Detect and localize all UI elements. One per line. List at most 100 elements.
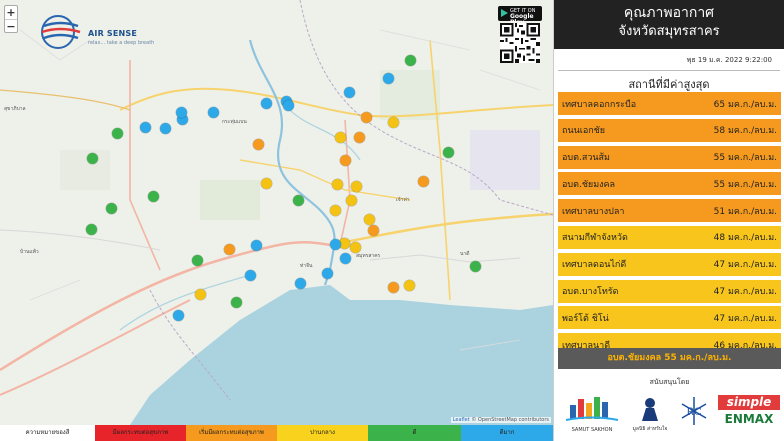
samut-sakhon-logo-icon: [565, 397, 619, 421]
sponsor-caption: SAMUT SAKHON: [571, 427, 613, 433]
station-marker-green-icon[interactable]: [85, 223, 97, 235]
station-value: 55 มค.ก./ลบ.ม.: [713, 179, 777, 190]
station-marker-green-icon[interactable]: [404, 54, 416, 66]
station-marker-yellow-icon[interactable]: [350, 180, 362, 192]
panel-subtitle: สถานีที่มีค่าสูงสุด: [628, 78, 710, 91]
station-marker-blue-icon[interactable]: [172, 309, 184, 321]
svg-text:RC: RC: [686, 407, 702, 418]
station-ranking-list: เทศบาลคอกกระบือ 65 มค.ก./ลบ.ม. ถนนเอกชัย 58…: [558, 92, 781, 360]
station-value: 65 มค.ก./ลบ.ม.: [713, 99, 777, 110]
station-marker-blue-icon[interactable]: [282, 99, 294, 111]
zoom-in-button[interactable]: +: [5, 6, 17, 19]
station-marker-yellow-icon[interactable]: [331, 178, 343, 190]
sponsor-title: สนับสนุนโดย: [649, 378, 690, 386]
station-marker-orange-icon[interactable]: [339, 154, 351, 166]
station-row[interactable]: พอร์โต้ ชิโน่ 47 มค.ก./ลบ.ม.: [558, 306, 781, 330]
zoom-out-button[interactable]: −: [5, 19, 17, 33]
station-marker-yellow-icon[interactable]: [349, 241, 361, 253]
panel-header: คุณภาพอากาศ จังหวัดสมุทรสาคร: [554, 0, 784, 49]
sponsor-logos: SAMUT SAKHON มูลนิธิ ส่าหรับใจ RC simple…: [558, 393, 781, 437]
place-label: เจ้าท่า: [396, 197, 410, 203]
air-quality-map[interactable]: + − AIR SENSE relax... take a deep breat…: [0, 0, 553, 425]
station-marker-orange-icon[interactable]: [223, 243, 235, 255]
station-marker-blue-icon[interactable]: [343, 86, 355, 98]
sponsor-samut-sakhon: SAMUT SAKHON: [564, 393, 620, 437]
station-value: 55 มค.ก./ลบ.ม.: [713, 153, 777, 164]
brand-name: AIR SENSE: [88, 29, 138, 38]
station-name: เทศบาลดอนไก่ดี: [562, 260, 627, 271]
zoom-control: + −: [4, 5, 18, 33]
brand-tagline: relax... take a deep breath: [88, 40, 155, 46]
station-marker-yellow-icon[interactable]: [387, 116, 399, 128]
legend-item-unhealthy: มีผลกระทบต่อสุขภาพ: [95, 425, 186, 441]
station-marker-blue-icon[interactable]: [329, 238, 341, 250]
station-marker-blue-icon[interactable]: [321, 267, 333, 279]
station-marker-blue-icon[interactable]: [207, 106, 219, 118]
station-marker-yellow-icon[interactable]: [329, 204, 341, 216]
station-marker-green-icon[interactable]: [442, 146, 454, 158]
station-marker-blue-icon[interactable]: [382, 72, 394, 84]
air-sense-logo: AIR SENSE relax... take a deep breath: [38, 12, 158, 52]
place-label: ท่าจีน: [300, 263, 313, 269]
station-row[interactable]: อบต.บางโทรัด 47 มค.ก./ลบ.ม.: [558, 279, 781, 303]
station-marker-orange-icon[interactable]: [252, 138, 264, 150]
map-base-layer: [0, 0, 553, 425]
station-marker-blue-icon[interactable]: [250, 239, 262, 251]
sponsor-rc: RC: [676, 393, 712, 437]
station-marker-blue-icon[interactable]: [244, 269, 256, 281]
station-marker-yellow-icon[interactable]: [334, 131, 346, 143]
legend-label: ความหมายของสี: [0, 425, 95, 441]
qr-code-icon[interactable]: [500, 23, 540, 63]
station-marker-green-icon[interactable]: [111, 127, 123, 139]
station-marker-green-icon[interactable]: [105, 202, 117, 214]
leaflet-link[interactable]: Leaflet: [453, 417, 470, 423]
legend-item-good: ดี: [368, 425, 461, 441]
place-label: สุขาภิบาล: [4, 106, 26, 112]
station-marker-yellow-icon[interactable]: [345, 194, 357, 206]
station-marker-blue-icon[interactable]: [175, 106, 187, 118]
station-row[interactable]: ถนนเอกชัย 58 มค.ก./ลบ.ม.: [558, 118, 781, 142]
station-row[interactable]: อบต.ชัยมงคล 55 มค.ก./ลบ.ม.: [558, 172, 781, 196]
station-marker-green-icon[interactable]: [147, 190, 159, 202]
station-marker-green-icon[interactable]: [191, 254, 203, 266]
station-marker-blue-icon[interactable]: [294, 277, 306, 289]
station-value: 47 มค.ก./ลบ.ม.: [713, 313, 777, 324]
foundation-logo-icon: [642, 398, 658, 421]
station-marker-orange-icon[interactable]: [367, 224, 379, 236]
station-value: 47 มค.ก./ลบ.ม.: [713, 260, 777, 271]
osm-attribution: © OpenStreetMap contributors: [471, 417, 549, 423]
play-store-icon: [501, 9, 508, 17]
station-name: เทศบาลบางปลา: [562, 206, 625, 217]
station-marker-orange-icon[interactable]: [360, 111, 372, 123]
station-marker-yellow-icon[interactable]: [363, 213, 375, 225]
station-marker-blue-icon[interactable]: [260, 97, 272, 109]
station-marker-orange-icon[interactable]: [353, 131, 365, 143]
legend-item-sensitive: เริ่มมีผลกระทบต่อสุขภาพ: [186, 425, 277, 441]
station-row[interactable]: สนามกีฬาจังหวัด 48 มค.ก./ลบ.ม.: [558, 225, 781, 249]
station-marker-blue-icon[interactable]: [139, 121, 151, 133]
station-value: 48 มค.ก./ลบ.ม.: [713, 233, 777, 244]
sponsor-caption: มูลนิธิ ส่าหรับใจ: [632, 426, 668, 432]
update-timestamp: พุธ 19 ม.ค. 2022 9:22:00: [686, 56, 772, 64]
station-name: พอร์โต้ ชิโน่: [562, 313, 609, 324]
station-marker-yellow-icon[interactable]: [260, 177, 272, 189]
station-name: อบต.บางโทรัด: [562, 287, 619, 298]
google-play-badge[interactable]: GET IT ON Google Play: [498, 6, 542, 26]
station-marker-green-icon[interactable]: [292, 194, 304, 206]
station-marker-orange-icon[interactable]: [417, 175, 429, 187]
place-label: นาดี: [460, 251, 470, 257]
station-marker-blue-icon[interactable]: [159, 122, 171, 134]
station-marker-green-icon[interactable]: [86, 152, 98, 164]
station-row[interactable]: อบต.สวนส้ม 55 มค.ก./ลบ.ม.: [558, 145, 781, 169]
station-marker-orange-icon[interactable]: [387, 281, 399, 293]
station-name: อบต.ชัยมงคล: [562, 179, 616, 190]
station-row[interactable]: เทศบาลดอนไก่ดี 47 มค.ก./ลบ.ม.: [558, 252, 781, 276]
station-marker-yellow-icon[interactable]: [194, 288, 206, 300]
station-row[interactable]: เทศบาลคอกกระบือ 65 มค.ก./ลบ.ม.: [558, 92, 781, 115]
station-marker-yellow-icon[interactable]: [403, 279, 415, 291]
station-marker-green-icon[interactable]: [469, 260, 481, 272]
globe-logo-icon: [41, 15, 81, 49]
station-marker-green-icon[interactable]: [230, 296, 242, 308]
station-row[interactable]: เทศบาลบางปลา 51 มค.ก./ลบ.ม.: [558, 199, 781, 223]
station-marker-blue-icon[interactable]: [339, 252, 351, 264]
